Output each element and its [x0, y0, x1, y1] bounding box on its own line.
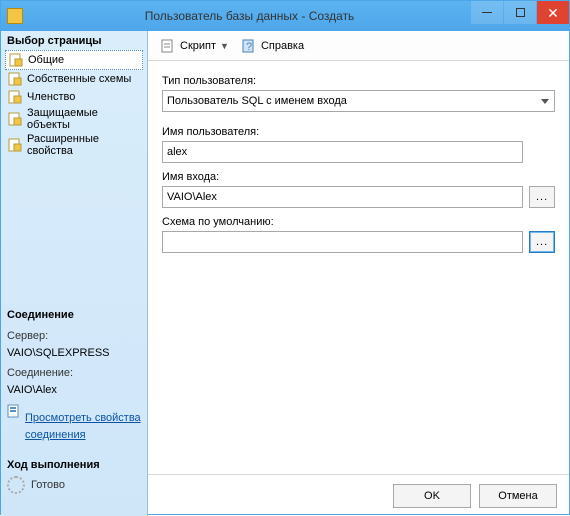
pages-list: Общие Собственные схемы Членство Защищаемые…	[1, 50, 147, 158]
progress-spinner-icon	[7, 476, 25, 494]
script-button[interactable]: Скрипт ▼	[156, 36, 233, 56]
page-item[interactable]: Расширенные свойства	[5, 132, 143, 158]
close-button[interactable]: ✕	[537, 1, 569, 24]
script-label: Скрипт	[180, 40, 216, 52]
page-icon	[7, 71, 23, 87]
page-icon	[7, 89, 23, 105]
window-title: Пользователь базы данных - Создать	[29, 9, 470, 23]
user-type-label: Тип пользователя:	[162, 75, 555, 87]
page-item-label: Общие	[28, 54, 64, 66]
connection-label: Соединение:	[7, 365, 141, 382]
user-type-select[interactable]: Пользователь SQL с именем входа	[162, 90, 555, 112]
page-item-label: Расширенные свойства	[27, 133, 141, 157]
username-input[interactable]	[162, 141, 523, 163]
right-panel: Скрипт ▼ ? Справка Тип пользователя: Пол…	[148, 31, 569, 516]
page-item-label: Защищаемые объекты	[27, 107, 141, 131]
connection-props-icon	[7, 404, 21, 424]
connection-heading: Соединение	[1, 305, 147, 324]
svg-text:?: ?	[246, 41, 252, 53]
form-general: Тип пользователя: Пользователь SQL с име…	[148, 61, 569, 474]
help-button[interactable]: ? Справка	[237, 36, 308, 56]
progress-text: Готово	[31, 479, 65, 491]
server-label: Сервер:	[7, 328, 141, 345]
help-icon: ?	[241, 38, 257, 54]
schema-browse-button[interactable]: ...	[529, 231, 555, 253]
toolbar: Скрипт ▼ ? Справка	[148, 31, 569, 61]
page-item[interactable]: Собственные схемы	[5, 70, 143, 88]
page-item[interactable]: Защищаемые объекты	[5, 106, 143, 132]
app-icon	[7, 8, 23, 24]
schema-input[interactable]	[162, 231, 523, 253]
page-item[interactable]: Общие	[5, 50, 143, 70]
schema-label: Схема по умолчанию:	[162, 216, 555, 228]
page-item-label: Членство	[27, 91, 75, 103]
button-bar: OK Отмена	[148, 474, 569, 516]
cancel-button[interactable]: Отмена	[479, 484, 557, 508]
login-browse-button[interactable]: ...	[529, 186, 555, 208]
page-item-label: Собственные схемы	[27, 73, 131, 85]
page-icon	[7, 137, 23, 153]
page-icon	[8, 52, 24, 68]
view-connection-props-link[interactable]: Просмотреть свойства соединения	[25, 410, 141, 443]
minimize-button[interactable]	[471, 1, 503, 24]
page-icon	[7, 111, 23, 127]
maximize-button[interactable]	[504, 1, 536, 24]
server-value: VAIO\SQLEXPRESS	[7, 345, 141, 362]
progress-heading: Ход выполнения	[1, 455, 147, 474]
script-icon	[160, 38, 176, 54]
page-item[interactable]: Членство	[5, 88, 143, 106]
help-label: Справка	[261, 40, 304, 52]
login-label: Имя входа:	[162, 171, 555, 183]
left-panel: Выбор страницы Общие Собственные схемы Чле…	[1, 31, 148, 516]
connection-value: VAIO\Alex	[7, 382, 141, 399]
close-icon: ✕	[547, 6, 559, 20]
titlebar: Пользователь базы данных - Создать ✕	[1, 1, 569, 31]
pages-heading: Выбор страницы	[1, 31, 147, 50]
username-label: Имя пользователя:	[162, 126, 555, 138]
ok-button[interactable]: OK	[393, 484, 471, 508]
chevron-down-icon: ▼	[220, 41, 229, 51]
login-input[interactable]	[162, 186, 523, 208]
